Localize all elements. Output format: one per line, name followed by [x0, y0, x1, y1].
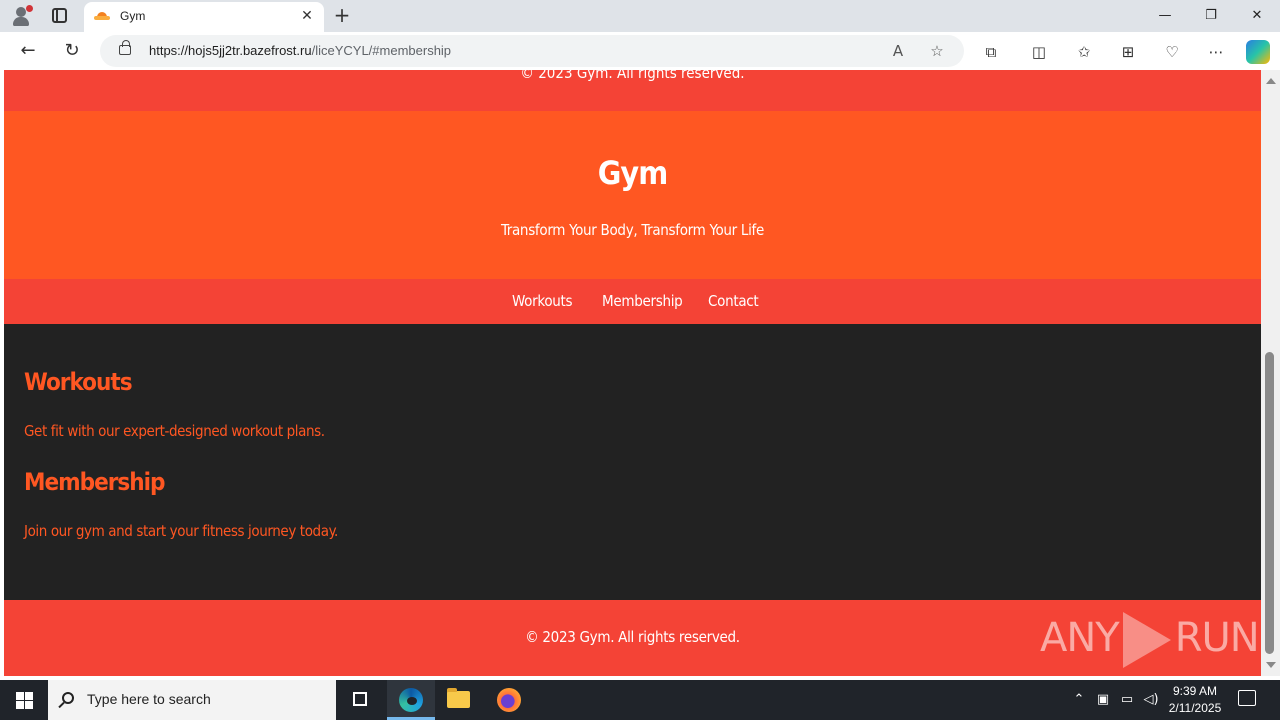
- notification-icon[interactable]: [1238, 690, 1256, 706]
- browser-tab[interactable]: Gym ✕: [84, 2, 324, 32]
- plus-icon[interactable]: +: [331, 4, 353, 26]
- close-icon[interactable]: ✕: [298, 7, 316, 25]
- file-explorer-button[interactable]: [435, 680, 483, 720]
- scroll-up-icon[interactable]: [1266, 78, 1276, 84]
- site-footer: © 2023 Gym. All rights reserved. ANY RUN: [4, 600, 1261, 676]
- search-icon: [62, 692, 74, 704]
- favorites-icon[interactable]: ✩: [1073, 41, 1095, 63]
- more-icon[interactable]: ⋯: [1205, 41, 1227, 63]
- section-title-workouts: Workouts: [24, 368, 133, 396]
- nav-link-contact[interactable]: Contact: [708, 292, 759, 310]
- anyrun-watermark: ANY RUN: [1040, 612, 1260, 672]
- tab-favicon: [94, 11, 110, 21]
- section-title-membership: Membership: [24, 468, 165, 496]
- windows-start-icon[interactable]: [0, 680, 48, 720]
- previous-footer: © 2023 Gym. All rights reserved.: [4, 70, 1261, 111]
- address-bar[interactable]: https://hojs5jj2tr.bazefrost.ru/liceYCYL…: [100, 35, 964, 67]
- network-icon[interactable]: ▭: [1118, 690, 1136, 710]
- split-screen-icon[interactable]: ◫: [1028, 41, 1050, 63]
- task-view-icon: [353, 692, 367, 706]
- site-tagline: Transform Your Body, Transform Your Life: [500, 221, 765, 239]
- copilot-icon[interactable]: [1246, 40, 1270, 64]
- nav-link-workouts[interactable]: Workouts: [512, 292, 573, 310]
- tab-actions-icon[interactable]: [52, 8, 67, 23]
- taskbar: Type here to search ⌃ ▣ ▭ ◁) 9:39 AM 2/1…: [0, 680, 1280, 720]
- scroll-down-icon[interactable]: [1266, 662, 1276, 668]
- taskbar-search[interactable]: Type here to search: [48, 680, 336, 720]
- main-content: Workouts Get fit with our expert-designe…: [4, 324, 1261, 600]
- site-title: Gym: [597, 154, 668, 192]
- page-viewport: © 2023 Gym. All rights reserved. Gym Tra…: [4, 70, 1261, 676]
- edge-icon: [399, 688, 423, 712]
- site-header: Gym Transform Your Body, Transform Your …: [4, 111, 1261, 279]
- browser-essentials-icon[interactable]: ♡: [1161, 41, 1183, 63]
- chevron-up-icon[interactable]: ⌃: [1070, 690, 1088, 710]
- section-text-membership: Join our gym and start your fitness jour…: [24, 522, 338, 540]
- lock-icon[interactable]: [119, 40, 131, 55]
- scrollbar-thumb[interactable]: [1265, 352, 1274, 654]
- folder-icon: [447, 688, 470, 708]
- meet-icon[interactable]: ▣: [1094, 690, 1112, 710]
- url-text[interactable]: https://hojs5jj2tr.bazefrost.ru/liceYCYL…: [149, 43, 451, 58]
- read-aloud-icon[interactable]: A: [888, 41, 908, 61]
- clock-date: 2/11/2025: [1168, 701, 1222, 715]
- section-text-workouts: Get fit with our expert-designed workout…: [24, 422, 325, 440]
- firefox-icon: [497, 688, 521, 712]
- minimize-icon[interactable]: —: [1142, 0, 1188, 32]
- task-view-button[interactable]: [336, 680, 384, 720]
- volume-icon[interactable]: ◁): [1142, 690, 1160, 710]
- tab-title: Gym: [120, 9, 146, 23]
- window-close-icon[interactable]: ✕: [1234, 0, 1280, 32]
- nav-link-membership[interactable]: Membership: [602, 292, 683, 310]
- play-icon: [1122, 612, 1171, 668]
- search-placeholder: Type here to search: [87, 691, 211, 707]
- back-icon[interactable]: ←: [15, 38, 41, 64]
- profile-icon[interactable]: [10, 5, 33, 27]
- vertical-scrollbar[interactable]: [1261, 70, 1280, 676]
- favorite-star-icon[interactable]: ☆: [927, 41, 947, 61]
- extensions-icon[interactable]: ⧉: [980, 41, 1002, 63]
- edge-taskbar-button[interactable]: [387, 680, 435, 720]
- browser-tab-bar: Gym ✕ + — ❐ ✕: [0, 0, 1280, 32]
- clock-time: 9:39 AM: [1172, 684, 1218, 698]
- clock[interactable]: 9:39 AM 2/11/2025: [1160, 683, 1230, 717]
- collections-icon[interactable]: ⊞: [1117, 41, 1139, 63]
- previous-footer-text: © 2023 Gym. All rights reserved.: [520, 70, 745, 82]
- browser-toolbar: ← ↻ https://hojs5jj2tr.bazefrost.ru/lice…: [0, 32, 1280, 70]
- firefox-button[interactable]: [485, 680, 533, 720]
- restore-icon[interactable]: ❐: [1188, 0, 1234, 32]
- refresh-icon[interactable]: ↻: [59, 38, 85, 64]
- site-nav: Workouts Membership Contact: [4, 279, 1261, 324]
